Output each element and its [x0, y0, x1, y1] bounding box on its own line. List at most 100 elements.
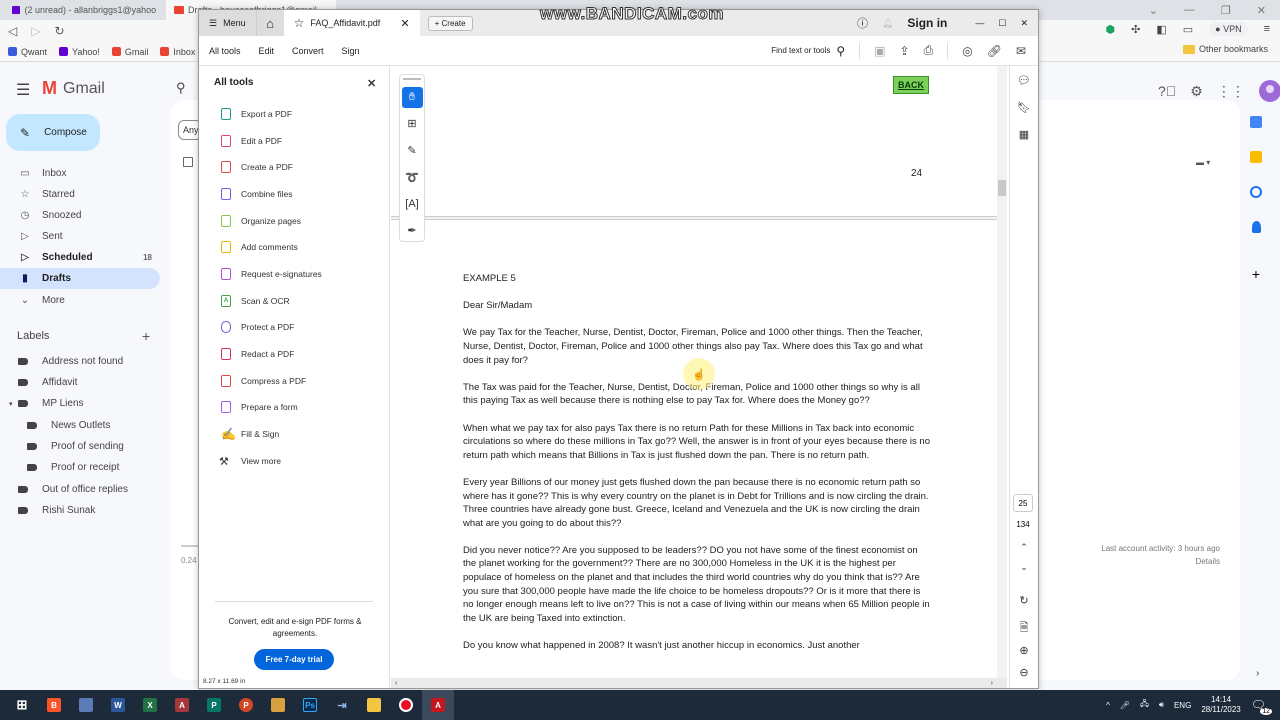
show-side-panel-icon[interactable]: ›: [1256, 668, 1259, 679]
document-viewer[interactable]: BACK 24 EXAMPLE 5 Dear Sir/Madam We pay …: [391, 66, 997, 678]
tasks-icon[interactable]: [1250, 186, 1262, 198]
label-affidavit[interactable]: Affidavit: [0, 372, 160, 393]
comments-panel-icon[interactable]: 💬︎: [1014, 74, 1034, 87]
notifications-icon[interactable]: 🗨︎ 12: [1251, 698, 1272, 715]
extensions-icon[interactable]: ✣: [1131, 23, 1140, 36]
label-proof-of-sending[interactable]: Proof of sending: [0, 436, 160, 457]
tool-fill-sign[interactable]: ✍ Fill & Sign: [221, 424, 279, 444]
zoom-out-icon[interactable]: ⊖: [1014, 666, 1034, 679]
bookmark-yahoo[interactable]: Yahoo!: [59, 47, 100, 57]
network-icon[interactable]: 🖧︎: [1140, 698, 1149, 712]
back-icon[interactable]: ◁: [8, 24, 17, 38]
forward-icon[interactable]: ▷: [31, 24, 40, 38]
help-icon[interactable]: ?⃝: [1158, 83, 1176, 99]
page-fit-icon[interactable]: 🗎︎: [1014, 619, 1034, 638]
menu-all-tools[interactable]: All tools: [199, 46, 250, 56]
nav-drafts[interactable]: ▮ Drafts: [0, 268, 160, 289]
thumbnails-panel-icon[interactable]: ▦: [1014, 128, 1034, 141]
star-icon[interactable]: ☆: [294, 16, 305, 30]
restore-button[interactable]: ❐: [1221, 4, 1231, 17]
avatar[interactable]: [1258, 80, 1280, 102]
scroll-right-icon[interactable]: ›: [991, 680, 993, 687]
home-icon[interactable]: ⌂: [255, 10, 284, 36]
share-user-icon[interactable]: ◎: [962, 44, 972, 58]
vertical-scrollbar[interactable]: [997, 66, 1007, 678]
nav-scheduled[interactable]: ▷ Scheduled 18: [0, 247, 160, 268]
start-button[interactable]: ⊞: [6, 690, 38, 720]
browser-tab-yahoo[interactable]: (2 unread) - allanbriggs1@yahoo.co.uk: [4, 0, 164, 20]
nav-snoozed[interactable]: ◷ Snoozed: [0, 205, 160, 226]
menu-sign[interactable]: Sign: [333, 46, 369, 56]
label-address-not-found[interactable]: Address not found: [0, 351, 160, 372]
details-link[interactable]: Details: [1080, 555, 1220, 568]
label-out-of-office[interactable]: Out of office replies: [0, 479, 160, 500]
other-bookmarks[interactable]: Other bookmarks: [1182, 44, 1268, 54]
nav-inbox[interactable]: ▭ Inbox: [0, 163, 160, 184]
tool-organize-pages[interactable]: Organize pages: [221, 211, 301, 231]
tool-create-pdf[interactable]: Create a PDF: [221, 157, 293, 177]
menu-button[interactable]: ☰ Menu: [199, 10, 256, 36]
input-tools-icon[interactable]: ▬ ▾: [1196, 158, 1210, 167]
create-button[interactable]: + Create: [427, 15, 473, 31]
microphone-icon[interactable]: 🎤︎: [1120, 701, 1130, 710]
nav-sent[interactable]: ▷ Sent: [0, 226, 160, 247]
reload-icon[interactable]: ↻: [54, 24, 64, 38]
label-news-outlets[interactable]: News Outlets: [0, 415, 160, 436]
vpn-button[interactable]: ● VPN: [1209, 22, 1248, 36]
hamburger-menu-icon[interactable]: ☰: [16, 80, 30, 100]
tool-redact-pdf[interactable]: Redact a PDF: [221, 344, 294, 364]
tool-request-esignatures[interactable]: Request e-signatures: [221, 264, 322, 284]
add-label-icon[interactable]: +: [142, 328, 150, 344]
drag-handle[interactable]: [403, 78, 421, 80]
maximize-button[interactable]: ☐: [998, 18, 1006, 29]
calendar-icon[interactable]: [1250, 116, 1262, 128]
taskbar-app[interactable]: [70, 690, 102, 720]
hand-tool-icon[interactable]: ✋︎: [401, 86, 423, 108]
zoom-in-icon[interactable]: ⊕: [1014, 644, 1034, 657]
highlight-pen-icon[interactable]: ✎: [402, 140, 423, 161]
add-comment-icon[interactable]: ⊞: [402, 114, 423, 135]
current-page-input[interactable]: 25: [1013, 494, 1033, 512]
contacts-icon[interactable]: [1251, 221, 1261, 233]
scroll-left-icon[interactable]: ‹: [395, 680, 397, 687]
volume-icon[interactable]: 🔊︎: [1159, 700, 1164, 710]
save-icon[interactable]: ▣: [874, 44, 885, 58]
compose-button[interactable]: ✎ Compose: [6, 114, 100, 151]
taskbar-connector[interactable]: ⇥: [326, 690, 358, 720]
next-page-icon[interactable]: ⌄: [1014, 562, 1034, 573]
show-hidden-icons[interactable]: ^: [1106, 701, 1110, 710]
settings-gear-icon[interactable]: ⚙: [1190, 83, 1203, 100]
taskbar-powerpoint[interactable]: P: [230, 690, 262, 720]
horizontal-scrollbar[interactable]: ‹ ›: [391, 678, 1007, 688]
sign-in-button[interactable]: Sign in: [907, 16, 947, 30]
sign-icon[interactable]: ✒: [402, 220, 423, 241]
rotate-icon[interactable]: ↻: [1014, 594, 1034, 607]
taskbar-calendar[interactable]: [262, 690, 294, 720]
back-button[interactable]: BACK: [893, 76, 929, 94]
add-addon-icon[interactable]: +: [1252, 266, 1260, 282]
tool-combine-files[interactable]: Combine files: [221, 184, 293, 204]
link-icon[interactable]: 🔗︎: [987, 44, 1002, 58]
tab-search-icon[interactable]: ⌄: [1149, 4, 1158, 17]
taskbar-recorder[interactable]: [390, 690, 422, 720]
taskbar-word[interactable]: W: [102, 690, 134, 720]
file-tab[interactable]: ☆ FAQ_Affidavit.pdf ✕: [283, 10, 420, 36]
bookmarks-panel-icon[interactable]: 🔖︎: [1014, 101, 1034, 114]
notification-bell-icon[interactable]: 🔔︎: [882, 18, 893, 29]
taskbar-brave[interactable]: B: [38, 690, 70, 720]
gmail-logo[interactable]: M Gmail: [42, 78, 105, 99]
taskbar-excel[interactable]: X: [134, 690, 166, 720]
taskbar-publisher[interactable]: P: [198, 690, 230, 720]
expand-caret-icon[interactable]: ▾: [9, 400, 13, 408]
nav-more[interactable]: ⌄ More: [0, 290, 160, 311]
close-button[interactable]: ✕: [1257, 4, 1266, 17]
shield-extension-icon[interactable]: ⬢: [1105, 23, 1115, 36]
email-icon[interactable]: ✉: [1016, 44, 1026, 58]
menu-edit[interactable]: Edit: [250, 46, 284, 56]
bookmark-inbox[interactable]: Inbox: [160, 47, 195, 57]
close-panel-icon[interactable]: ✕: [367, 77, 376, 90]
close-tab-icon[interactable]: ✕: [400, 17, 409, 30]
tool-scan-ocr[interactable]: A Scan & OCR: [221, 291, 290, 311]
find-text-or-tools[interactable]: Find text or tools ⚲: [771, 44, 845, 58]
nav-starred[interactable]: ☆ Starred: [0, 184, 160, 205]
